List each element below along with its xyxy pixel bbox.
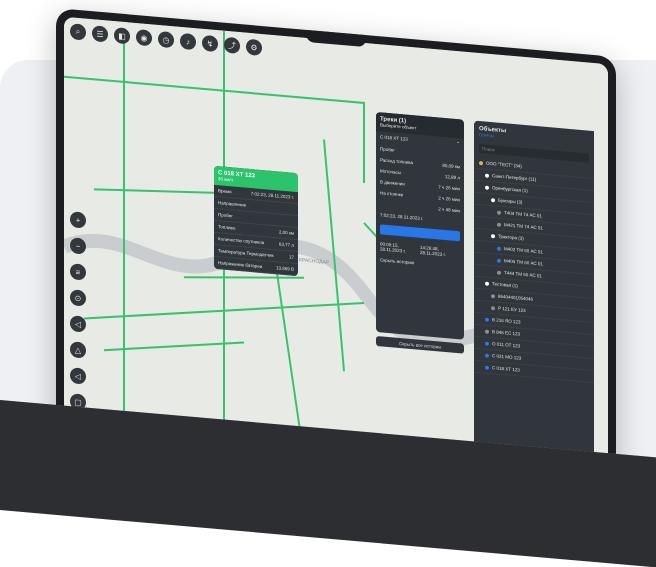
object-item-label: Буксиры (3) xyxy=(498,197,523,205)
pin-icon[interactable]: ◉ xyxy=(136,28,152,47)
clock-icon[interactable]: ◷ xyxy=(158,30,174,49)
object-item-label: Т444 ТМ 60 АС 01 xyxy=(504,270,542,279)
object-item-label: О 011 ОТ 123 xyxy=(492,341,521,349)
laptop-mockup: КРАСНОДАР ⌕ ☰ ◧ ◉ ◷ ♪ ↯ ⤴ ⚙ + − ≡ ⊙ ◁ △ … xyxy=(0,0,656,567)
search-icon[interactable]: ⌕ xyxy=(70,23,86,41)
status-dot-icon xyxy=(497,270,501,275)
back-icon[interactable]: ◁ xyxy=(70,315,86,333)
object-item-label: М402 ТМ 60 АС 01 xyxy=(504,246,543,255)
object-item-label: Тестовая (1) xyxy=(492,281,518,289)
locate-icon[interactable]: ⊙ xyxy=(70,289,86,307)
object-item-label: Т404 ТМ 74 АС 01 xyxy=(504,210,542,219)
status-dot-icon xyxy=(497,246,501,251)
status-dot-icon xyxy=(497,210,501,215)
status-dot-icon xyxy=(485,329,489,334)
status-dot-icon xyxy=(491,233,495,238)
layers-icon[interactable]: ◧ xyxy=(114,27,130,45)
zoom-out-button[interactable]: − xyxy=(70,237,86,255)
status-dot-icon xyxy=(485,365,489,370)
object-item-label: Оренбургская (1) xyxy=(492,185,528,194)
object-item-label: В 216 ЯО 123 xyxy=(492,317,521,325)
status-dot-icon xyxy=(491,305,495,310)
object-item-label: Санкт-Петербург (11) xyxy=(492,173,537,183)
object-item-label: 86404401054046 xyxy=(498,293,534,302)
status-dot-icon xyxy=(485,353,489,358)
objects-tree: ООО "ТЕСТ" (34) Санкт-Петербург (11) Оренб… xyxy=(474,156,594,384)
object-item-label: В 846 ЕС 123 xyxy=(492,329,521,337)
status-dot-icon xyxy=(497,258,501,263)
status-dot-icon xyxy=(479,160,483,165)
filter-icon[interactable]: ☰ xyxy=(92,25,108,43)
zoom-in-button[interactable]: + xyxy=(70,211,86,229)
status-dot-icon xyxy=(485,317,489,322)
menu-icon[interactable]: ≡ xyxy=(70,263,86,281)
left-toolbar: + − ≡ ⊙ ◁ △ ◁ ▢ xyxy=(70,211,86,411)
objects-panel[interactable]: Объекты Группы Поиск ООО "ТЕСТ" (34) Санк… xyxy=(474,120,594,462)
triangle-icon[interactable]: △ xyxy=(70,341,86,359)
vehicle-popup[interactable]: С 018 ХТ 123 30 км/ч Время 7:02:23, 28.11… xyxy=(214,165,298,277)
arrow-icon[interactable]: ◁ xyxy=(70,367,86,385)
status-dot-icon xyxy=(497,222,501,227)
share-icon[interactable]: ⤴ xyxy=(224,36,240,55)
object-item-label: Трактора (3) xyxy=(498,233,524,241)
status-dot-icon xyxy=(485,281,489,286)
chevron-up-icon: ⌃ xyxy=(456,141,460,147)
status-dot-icon xyxy=(485,173,489,178)
object-item-label: С 021 МО 123 xyxy=(492,353,522,361)
object-item-label: М405 ТМ 60 АС 01 xyxy=(504,258,543,267)
object-item-label: Р 121 ЕУ 123 xyxy=(498,305,526,314)
object-item-label: ООО "ТЕСТ" (34) xyxy=(486,160,522,169)
object-item-label: М421 ТМ 74 АС 01 xyxy=(504,222,543,231)
tracks-panel[interactable]: Треки (1) Выберите объект С 018 ХТ 123 ⌃ … xyxy=(376,111,464,340)
status-dot-icon xyxy=(485,341,489,346)
status-dot-icon xyxy=(491,293,495,298)
status-dot-icon xyxy=(491,197,495,202)
object-item-label: С 018 ХТ 123 xyxy=(492,365,520,373)
route-icon[interactable]: ↯ xyxy=(202,34,218,53)
status-dot-icon xyxy=(485,185,489,190)
bell-icon[interactable]: ♪ xyxy=(180,32,196,51)
settings-icon[interactable]: ⚙ xyxy=(246,38,262,57)
